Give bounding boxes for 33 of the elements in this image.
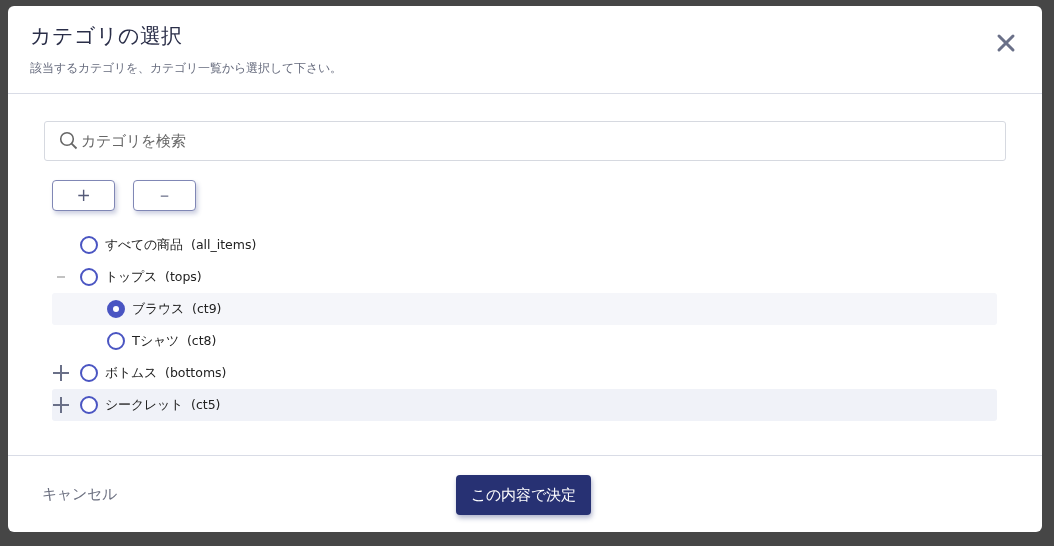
tree-row[interactable]: すべての商品 (all_items)	[52, 229, 997, 261]
confirm-button[interactable]: この内容で決定	[456, 475, 591, 515]
category-code: (ct8)	[186, 331, 217, 350]
tree-row[interactable]: シークレット (ct5)	[52, 389, 997, 421]
radio-button[interactable]	[107, 332, 125, 350]
category-name: すべての商品	[105, 236, 183, 255]
category-name: ブラウス	[132, 300, 184, 319]
category-name: ボトムス	[105, 364, 157, 383]
expand-icon[interactable]	[52, 396, 70, 414]
search-field[interactable]: カテゴリを検索	[44, 121, 1006, 161]
tree-row[interactable]: Tシャツ (ct8)	[52, 325, 997, 357]
radio-button[interactable]	[107, 300, 125, 318]
category-code: (bottoms)	[165, 363, 227, 382]
tree-row[interactable]: トップス (tops)	[52, 261, 997, 293]
category-code: (ct9)	[192, 299, 222, 318]
expand-all-button[interactable]: +	[52, 180, 115, 211]
expand-icon[interactable]	[52, 364, 70, 382]
dialog-title: カテゴリの選択	[30, 24, 183, 50]
category-name: Tシャツ	[132, 332, 179, 351]
tree-row[interactable]: ブラウス (ct9)	[52, 293, 997, 325]
radio-button[interactable]	[80, 364, 98, 382]
collapse-all-button[interactable]: －	[133, 180, 196, 211]
cancel-link[interactable]: キャンセル	[42, 482, 117, 506]
radio-button[interactable]	[80, 236, 98, 254]
category-name: シークレット	[105, 396, 183, 415]
category-code: (tops)	[165, 267, 202, 286]
category-name: トップス	[105, 268, 157, 287]
tree-row[interactable]: ボトムス (bottoms)	[52, 357, 997, 389]
dialog-subtitle: 該当するカテゴリを、カテゴリ一覧から選択して下さい。	[30, 60, 342, 78]
category-code: (ct5)	[191, 395, 221, 414]
category-code: (all_items)	[191, 235, 257, 254]
radio-button[interactable]	[80, 268, 98, 286]
radio-button[interactable]	[80, 396, 98, 414]
